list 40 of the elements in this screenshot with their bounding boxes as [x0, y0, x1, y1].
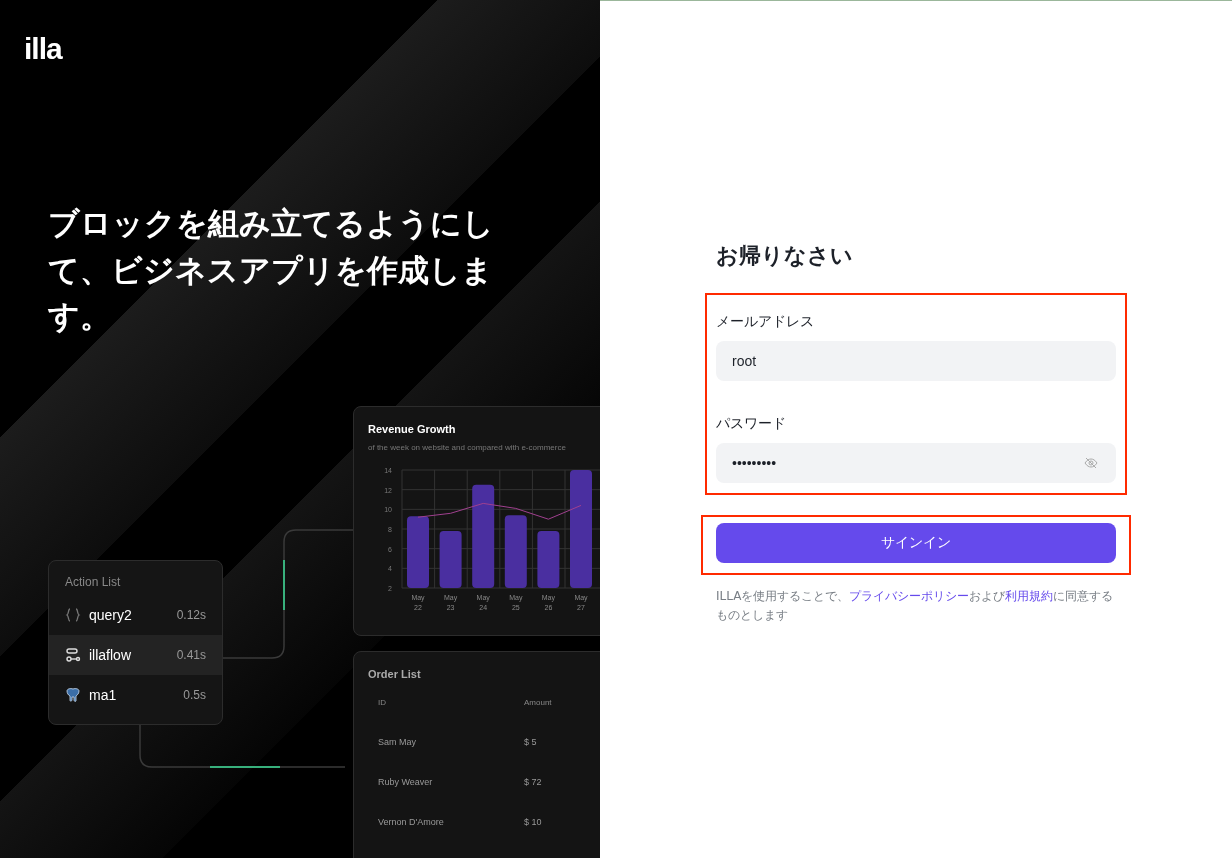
terms-text: ILLAを使用することで、プライバシーポリシーおよび利用規約に同意するものとします	[716, 588, 1115, 625]
action-item[interactable]: ma1 0.5s	[49, 675, 222, 715]
action-time: 0.12s	[176, 608, 206, 622]
form-title: お帰りなさい	[716, 242, 854, 270]
table-cell: $ 10	[524, 817, 542, 827]
table-cell-text: Ruby Weaver	[378, 777, 434, 787]
field-label: メールアドレス	[716, 313, 815, 331]
privacy-link[interactable]: プライバシーポリシー	[849, 589, 970, 603]
headline: ブロックを組み立てるようにして、ビジネスアプリを作成します。	[48, 204, 495, 336]
field-label: パスワード	[716, 415, 787, 433]
card-subtitle: of the week on website and compared with e-commerce	[368, 443, 567, 452]
glow-line	[283, 559, 285, 611]
password-field[interactable]: •••••••••	[716, 443, 1116, 483]
action-name: ma1	[89, 687, 118, 703]
chart-bar	[537, 530, 560, 588]
action-item[interactable]: query2 0.12s	[49, 595, 222, 635]
chart-bar	[439, 530, 462, 588]
braces-icon	[65, 607, 81, 623]
chart-bar	[407, 516, 429, 588]
action-name: illaflow	[89, 647, 132, 663]
action-item[interactable]: illaflow 0.41s	[49, 635, 222, 675]
glow-line	[209, 766, 281, 768]
card-title: Revenue Growth	[368, 423, 457, 435]
email-field[interactable]: root	[716, 341, 1116, 381]
card-title: Order List	[368, 668, 422, 680]
column-header: ID	[378, 698, 387, 707]
card-title: Action List	[64, 575, 122, 589]
action-name: query2	[89, 607, 133, 623]
terms-link[interactable]: 利用規約	[1005, 589, 1054, 603]
sign-in-button[interactable]: サインイン	[716, 523, 1116, 563]
table-cell: $ 72	[524, 777, 542, 787]
table-cell-text: Vernon D'Amore	[378, 817, 445, 827]
logo: illa	[24, 34, 62, 64]
action-time: 0.5s	[183, 688, 206, 702]
table-cell-text: Sam May	[378, 737, 417, 747]
flow-icon	[65, 647, 81, 663]
action-time: 0.41s	[176, 648, 206, 662]
column-header: Amount	[524, 698, 552, 707]
table-cell: $ 5	[524, 737, 537, 747]
eye-off-icon[interactable]	[1084, 457, 1098, 469]
